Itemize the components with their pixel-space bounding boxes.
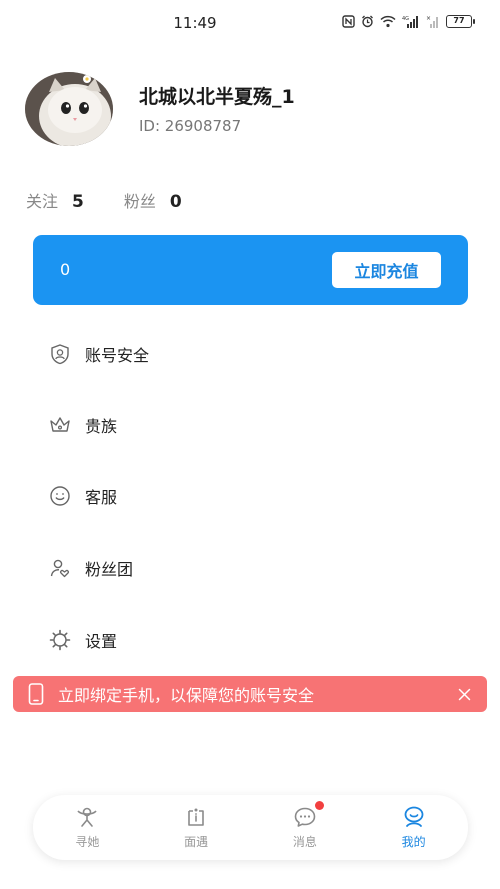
tab-find[interactable]: 寻她 <box>33 795 142 860</box>
menu-item-label: 客服 <box>85 488 118 507</box>
message-icon <box>293 801 324 829</box>
following-label[interactable]: 关注 <box>26 188 58 212</box>
wallet-balance: 0 <box>60 260 71 279</box>
wifi-icon <box>380 15 396 28</box>
menu-item-nobility[interactable]: 贵族 <box>48 409 468 441</box>
battery-icon: 77 <box>446 15 475 28</box>
close-icon[interactable] <box>458 688 471 701</box>
menu-item-label: 设置 <box>85 632 118 651</box>
alarm-icon <box>361 15 374 28</box>
find-icon <box>75 805 99 829</box>
unread-badge <box>314 801 324 810</box>
menu-item-account-security[interactable]: 账号安全 <box>48 338 468 370</box>
status-icons: 4G × 77 <box>342 15 475 28</box>
gear-icon <box>48 628 72 652</box>
avatar[interactable] <box>25 72 113 146</box>
status-bar: 11:49 4G × 77 <box>0 0 500 50</box>
shield-user-icon <box>48 342 72 366</box>
tab-mine[interactable]: 我的 <box>359 795 468 860</box>
tab-label: 我的 <box>401 835 426 849</box>
menu-item-label: 粉丝团 <box>85 560 134 579</box>
follow-stats: 关注 5 粉丝 0 <box>26 188 222 212</box>
menu-item-fan-club[interactable]: 粉丝团 <box>48 552 468 584</box>
tab-label: 消息 <box>292 835 317 849</box>
svg-text:×: × <box>426 15 431 22</box>
menu-item-label: 账号安全 <box>85 346 150 365</box>
cat-avatar-image <box>25 72 113 146</box>
wallet-card: 0 立即充值 <box>33 235 468 305</box>
crown-icon <box>48 413 72 437</box>
tab-meet[interactable]: 面遇 <box>142 795 251 860</box>
status-time: 11:49 <box>173 14 217 32</box>
bind-phone-text: 立即绑定手机，以保障您的账号安全 <box>58 686 315 705</box>
user-name: 北城以北半夏殇_1 <box>139 86 295 108</box>
menu-item-label: 贵族 <box>85 417 118 436</box>
recharge-button[interactable]: 立即充值 <box>332 252 441 288</box>
bind-phone-banner[interactable]: 立即绑定手机，以保障您的账号安全 <box>13 676 487 712</box>
nfc-icon <box>342 15 355 28</box>
user-id: ID: 26908787 <box>139 117 241 135</box>
phone-icon <box>28 683 44 705</box>
meet-icon <box>184 805 208 829</box>
bottom-tab-bar: 寻她 面遇 消息 我的 <box>33 795 468 860</box>
tab-label: 寻她 <box>75 835 100 849</box>
menu-item-settings[interactable]: 设置 <box>48 624 468 656</box>
profile-icon <box>402 805 426 829</box>
user-id-label: ID: <box>139 117 165 135</box>
following-count[interactable]: 5 <box>72 192 84 212</box>
tab-messages[interactable]: 消息 <box>251 795 360 860</box>
menu-item-customer-service[interactable]: 客服 <box>48 480 468 512</box>
smile-icon <box>48 484 72 508</box>
signal-icon: × <box>426 15 440 28</box>
user-id-value: 26908787 <box>164 117 242 135</box>
tab-label: 面遇 <box>184 835 209 849</box>
signal-4g-icon: 4G <box>402 15 420 28</box>
user-heart-icon <box>48 556 72 580</box>
svg-text:4G: 4G <box>402 16 409 22</box>
fans-label[interactable]: 粉丝 <box>124 188 156 212</box>
fans-count[interactable]: 0 <box>170 192 182 212</box>
